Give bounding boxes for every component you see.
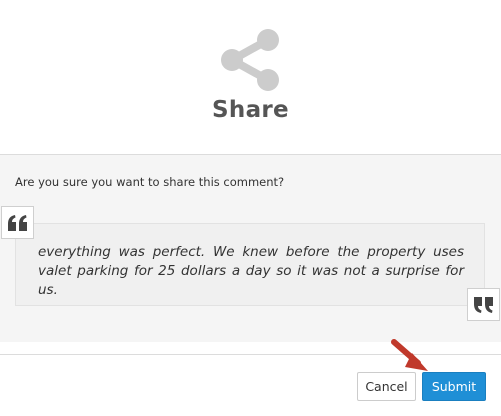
confirmation-question: Are you sure you want to share this comm… [15, 175, 285, 189]
close-quote-icon [467, 288, 500, 321]
dialog-header: Share [0, 0, 501, 155]
open-quote-icon [1, 206, 34, 239]
dialog-body: Are you sure you want to share this comm… [0, 155, 501, 342]
comment-quote-box: everything was perfect. We knew before t… [15, 223, 485, 306]
share-icon [221, 29, 279, 91]
dialog-title: Share [212, 97, 289, 123]
comment-text: everything was perfect. We knew before t… [38, 244, 464, 298]
annotation-arrow-icon [391, 339, 428, 371]
